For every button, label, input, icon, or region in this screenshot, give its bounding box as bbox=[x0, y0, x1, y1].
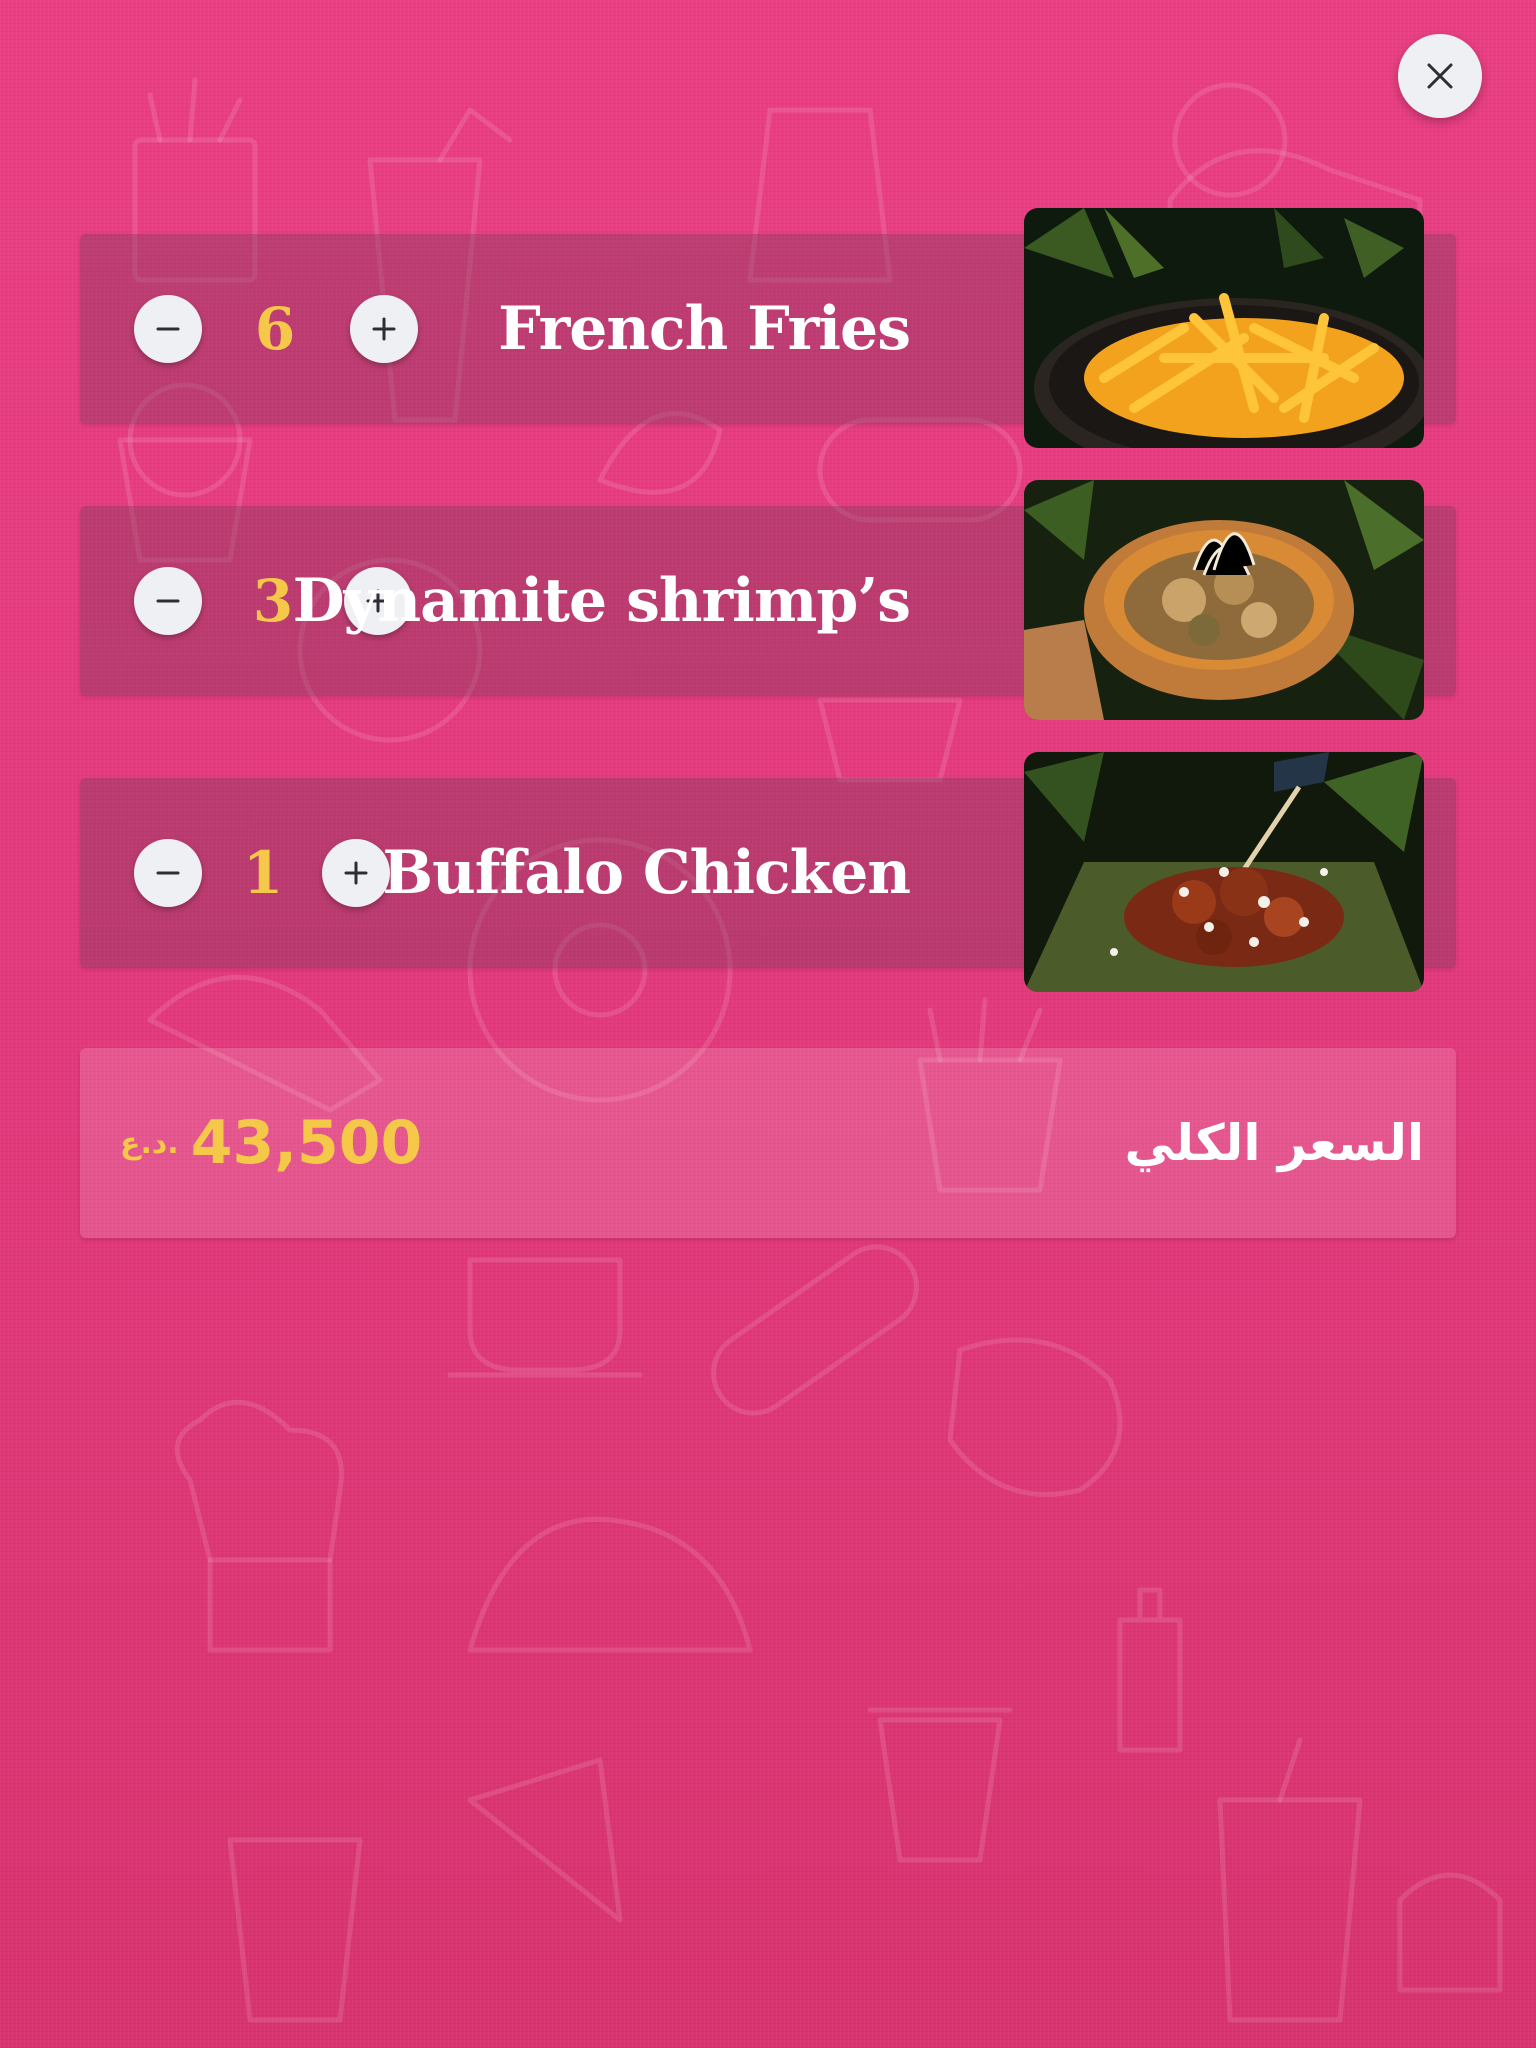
total-amount: 43,500 bbox=[190, 1108, 423, 1178]
decrease-quantity-button[interactable] bbox=[134, 567, 202, 635]
close-icon bbox=[1427, 63, 1453, 89]
buffalo-chicken-photo bbox=[1024, 752, 1424, 992]
dynamite-shrimp-photo bbox=[1024, 480, 1424, 720]
close-button[interactable] bbox=[1398, 34, 1482, 118]
french-fries-photo bbox=[1024, 208, 1424, 448]
minus-icon bbox=[156, 327, 180, 331]
currency: د.ع. bbox=[120, 1125, 179, 1161]
plus-icon bbox=[344, 861, 368, 885]
quantity-value: 6 bbox=[254, 295, 296, 363]
item-name: Dynamite shrimp’s bbox=[292, 566, 911, 636]
quantity-value: 1 bbox=[242, 839, 284, 907]
decrease-quantity-button[interactable] bbox=[134, 839, 202, 907]
total-label: السعر الكلي bbox=[1124, 1114, 1424, 1172]
decrease-quantity-button[interactable] bbox=[134, 295, 202, 363]
order-total: السعر الكلي د.ع. 43,500 bbox=[80, 1048, 1456, 1238]
increase-quantity-button[interactable] bbox=[350, 295, 418, 363]
total-price: د.ع. 43,500 bbox=[120, 1048, 422, 1238]
item-name: French Fries bbox=[498, 294, 911, 364]
increase-quantity-button[interactable] bbox=[322, 839, 390, 907]
minus-icon bbox=[156, 871, 180, 875]
plus-icon bbox=[372, 317, 396, 341]
item-name: Buffalo Chicken bbox=[382, 838, 911, 908]
minus-icon bbox=[156, 599, 180, 603]
